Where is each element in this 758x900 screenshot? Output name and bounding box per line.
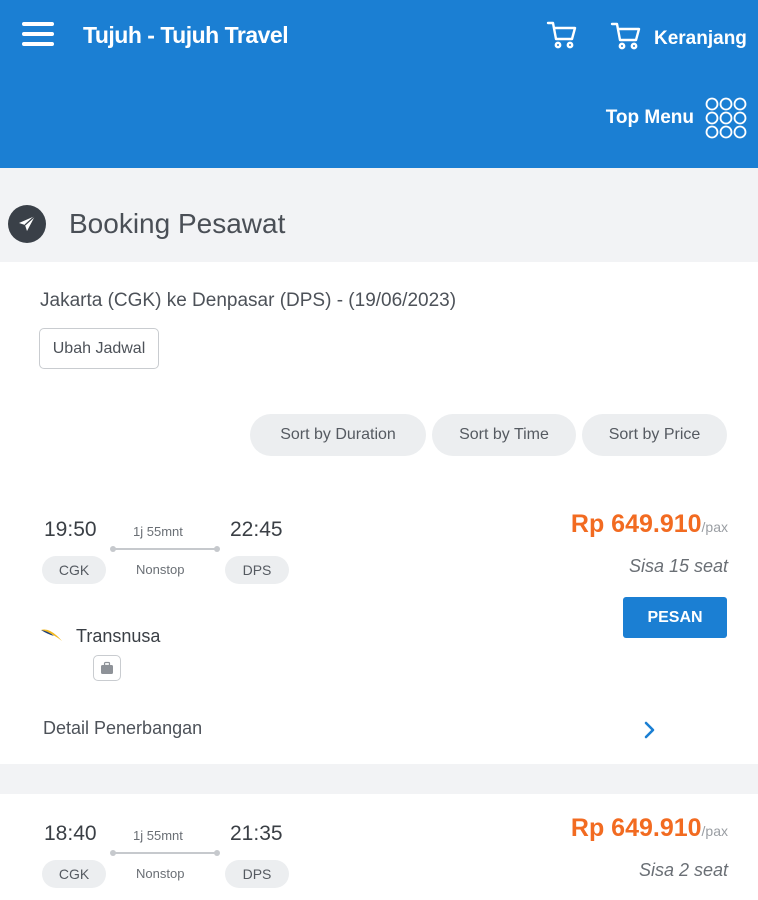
price-unit: /pax bbox=[701, 823, 728, 839]
cart-link[interactable]: Keranjang bbox=[610, 20, 747, 52]
sort-by-time-button[interactable]: Sort by Time bbox=[432, 414, 576, 456]
cart-icon bbox=[610, 22, 641, 50]
price: Rp 649.910/pax bbox=[571, 510, 728, 539]
paper-plane-icon bbox=[8, 205, 46, 243]
baggage-icon bbox=[93, 655, 121, 681]
stops-label: Nonstop bbox=[136, 866, 185, 881]
destination-code: DPS bbox=[225, 860, 289, 888]
price-amount: Rp 649.910 bbox=[570, 510, 702, 538]
sort-by-price-button[interactable]: Sort by Price bbox=[582, 414, 727, 456]
price-unit: /pax bbox=[701, 519, 728, 535]
destination-code: DPS bbox=[225, 556, 289, 584]
flight-duration: 1j 55mnt bbox=[133, 524, 183, 539]
flight-card: 19:50 1j 55mnt Nonstop 22:45 CGK DPS Rp … bbox=[0, 492, 758, 764]
route-summary: Jakarta (CGK) ke Denpasar (DPS) - (19/06… bbox=[40, 290, 457, 311]
chevron-right-icon[interactable] bbox=[643, 721, 657, 739]
route-line bbox=[110, 546, 220, 552]
airline-logo-icon bbox=[41, 629, 62, 641]
search-panel: Jakarta (CGK) ke Denpasar (DPS) - (19/06… bbox=[0, 262, 758, 764]
sort-bar: Sort by Duration Sort by Time Sort by Pr… bbox=[0, 414, 758, 456]
brand-title[interactable]: Tujuh - Tujuh Travel bbox=[83, 22, 289, 49]
book-button[interactable]: PESAN bbox=[623, 597, 727, 638]
dots-grid-icon bbox=[705, 97, 747, 139]
origin-code: CGK bbox=[42, 556, 106, 584]
cart-label: Keranjang bbox=[654, 28, 747, 49]
flight-duration: 1j 55mnt bbox=[133, 828, 183, 843]
change-schedule-button[interactable]: Ubah Jadwal bbox=[39, 328, 159, 369]
flight-card: 18:40 1j 55mnt Nonstop 21:35 CGK DPS Rp … bbox=[0, 794, 758, 900]
top-menu-label: Top Menu bbox=[605, 107, 694, 128]
origin-code: CGK bbox=[42, 860, 106, 888]
hamburger-menu-icon[interactable] bbox=[22, 22, 54, 46]
price: Rp 649.910/pax bbox=[571, 814, 728, 843]
price-amount: Rp 649.910 bbox=[570, 814, 702, 842]
depart-time: 18:40 bbox=[44, 822, 97, 845]
arrive-time: 21:35 bbox=[230, 822, 283, 845]
seats-remaining: Sisa 2 seat bbox=[638, 860, 728, 880]
top-bar: Tujuh - Tujuh Travel Keranjang Top Menu bbox=[0, 0, 758, 168]
seats-remaining: Sisa 15 seat bbox=[628, 556, 728, 576]
top-menu-button[interactable]: Top Menu bbox=[606, 96, 748, 140]
arrive-time: 22:45 bbox=[230, 518, 283, 541]
cart-icon[interactable] bbox=[546, 20, 578, 50]
route-line bbox=[110, 850, 220, 856]
page-title: Booking Pesawat bbox=[69, 208, 286, 239]
page-header: Booking Pesawat bbox=[0, 168, 758, 262]
sort-by-duration-button[interactable]: Sort by Duration bbox=[250, 414, 426, 456]
flight-detail-link[interactable]: Detail Penerbangan bbox=[43, 718, 202, 739]
stops-label: Nonstop bbox=[136, 562, 185, 577]
depart-time: 19:50 bbox=[44, 518, 97, 541]
airline-name: Transnusa bbox=[76, 626, 161, 646]
